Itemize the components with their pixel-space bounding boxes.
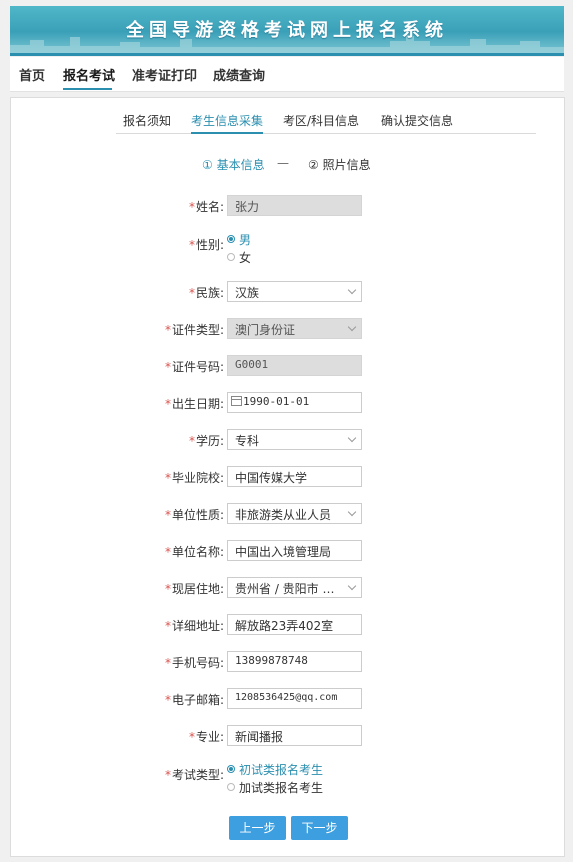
school-field[interactable]: 中国传媒大学	[227, 466, 362, 487]
header-banner: 全国导游资格考试网上报名系统	[10, 6, 564, 56]
row-employer-type: *单位性质: 非旅游类从业人员	[11, 503, 564, 525]
radio-icon	[227, 783, 235, 791]
tab-exam-area-subjects[interactable]: 考区/科目信息	[283, 112, 359, 129]
registration-subtabs: 报名须知 考生信息采集 考区/科目信息 确认提交信息	[116, 112, 536, 134]
phone-label: *手机号码:	[164, 656, 224, 670]
row-name: *姓名: 张力	[11, 195, 564, 217]
row-id-number: *证件号码: G0001	[11, 355, 564, 377]
employer-type-label: *单位性质:	[164, 508, 224, 522]
tab-registration-notice[interactable]: 报名须知	[123, 112, 171, 129]
gender-option-female[interactable]: 女	[227, 249, 251, 267]
radio-icon	[227, 765, 235, 773]
radio-icon	[227, 253, 235, 261]
id-type-label: *证件类型:	[164, 323, 224, 337]
row-gender: *性别: 男 女	[11, 231, 564, 271]
birth-date-field[interactable]: 1990-01-01	[227, 392, 362, 413]
main-nav: 首页 报名考试 准考证打印 成绩查询	[10, 57, 564, 92]
id-number-field[interactable]: G0001	[227, 355, 362, 376]
exam-type-radio-group: 初试类报名考生 加试类报名考生	[227, 761, 323, 797]
form-actions: 上一步 下一步	[11, 816, 564, 840]
ethnicity-label: *民族:	[188, 286, 224, 300]
exam-type-label: *考试类型:	[164, 768, 224, 782]
nav-admission-ticket[interactable]: 准考证打印	[132, 65, 197, 84]
gender-option-male[interactable]: 男	[227, 231, 251, 249]
step-basic-info: ① 基本信息	[202, 158, 265, 172]
ethnicity-select[interactable]: 汉族	[227, 281, 362, 302]
tab-confirm-submit[interactable]: 确认提交信息	[381, 112, 453, 129]
phone-field[interactable]: 13899878748	[227, 651, 362, 672]
nav-registration[interactable]: 报名考试	[63, 65, 115, 84]
gender-radio-group: 男 女	[227, 231, 251, 267]
calendar-icon	[231, 396, 242, 406]
row-address: *详细地址: 解放路23弄402室	[11, 614, 564, 636]
step-indicator: ① 基本信息 — ② 照片信息	[11, 156, 564, 176]
row-employer-name: *单位名称: 中国出入境管理局	[11, 540, 564, 562]
birth-date-label: *出生日期:	[164, 397, 224, 411]
name-field[interactable]: 张力	[227, 195, 362, 216]
id-number-label: *证件号码:	[164, 360, 224, 374]
row-education: *学历: 专科	[11, 429, 564, 451]
row-phone: *手机号码: 13899878748	[11, 651, 564, 673]
gender-label: *性别:	[188, 238, 224, 252]
education-label: *学历:	[188, 434, 224, 448]
email-label: *电子邮箱:	[164, 693, 224, 707]
row-email: *电子邮箱: 1208536425@qq.com	[11, 688, 564, 710]
active-subtab-indicator	[191, 132, 263, 134]
email-field[interactable]: 1208536425@qq.com	[227, 688, 362, 709]
row-id-type: *证件类型: 澳门身份证	[11, 318, 564, 340]
exam-type-option-additional[interactable]: 加试类报名考生	[227, 779, 323, 797]
residence-label: *现居住地:	[164, 582, 224, 596]
major-field[interactable]: 新闻播报	[227, 725, 362, 746]
row-exam-type: *考试类型: 初试类报名考生 加试类报名考生	[11, 761, 564, 801]
row-residence: *现居住地: 贵州省 / 贵阳市 …	[11, 577, 564, 599]
education-select[interactable]: 专科	[227, 429, 362, 450]
employer-name-field[interactable]: 中国出入境管理局	[227, 540, 362, 561]
next-step-button[interactable]: 下一步	[291, 816, 348, 840]
active-nav-indicator	[63, 88, 112, 90]
tab-candidate-info[interactable]: 考生信息采集	[191, 112, 263, 129]
school-label: *毕业院校:	[164, 471, 224, 485]
nav-score-query[interactable]: 成绩查询	[213, 65, 265, 84]
address-field[interactable]: 解放路23弄402室	[227, 614, 362, 635]
major-label: *专业:	[188, 730, 224, 744]
row-school: *毕业院校: 中国传媒大学	[11, 466, 564, 488]
radio-icon	[227, 235, 235, 243]
prev-step-button[interactable]: 上一步	[229, 816, 286, 840]
row-birth-date: *出生日期: 1990-01-01	[11, 392, 564, 414]
step-separator: —	[277, 156, 289, 170]
registration-panel: 报名须知 考生信息采集 考区/科目信息 确认提交信息 ① 基本信息 — ② 照片…	[10, 97, 565, 857]
site-title: 全国导游资格考试网上报名系统	[126, 20, 448, 41]
step-photo-info: ② 照片信息	[308, 158, 371, 172]
exam-type-option-initial[interactable]: 初试类报名考生	[227, 761, 323, 779]
name-label: *姓名:	[188, 200, 224, 214]
employer-name-label: *单位名称:	[164, 545, 224, 559]
row-ethnicity: *民族: 汉族	[11, 281, 564, 303]
employer-type-select[interactable]: 非旅游类从业人员	[227, 503, 362, 524]
residence-select[interactable]: 贵州省 / 贵阳市 …	[227, 577, 362, 598]
nav-home[interactable]: 首页	[19, 65, 45, 84]
row-major: *专业: 新闻播报	[11, 725, 564, 747]
id-type-select[interactable]: 澳门身份证	[227, 318, 362, 339]
address-label: *详细地址:	[164, 619, 224, 633]
